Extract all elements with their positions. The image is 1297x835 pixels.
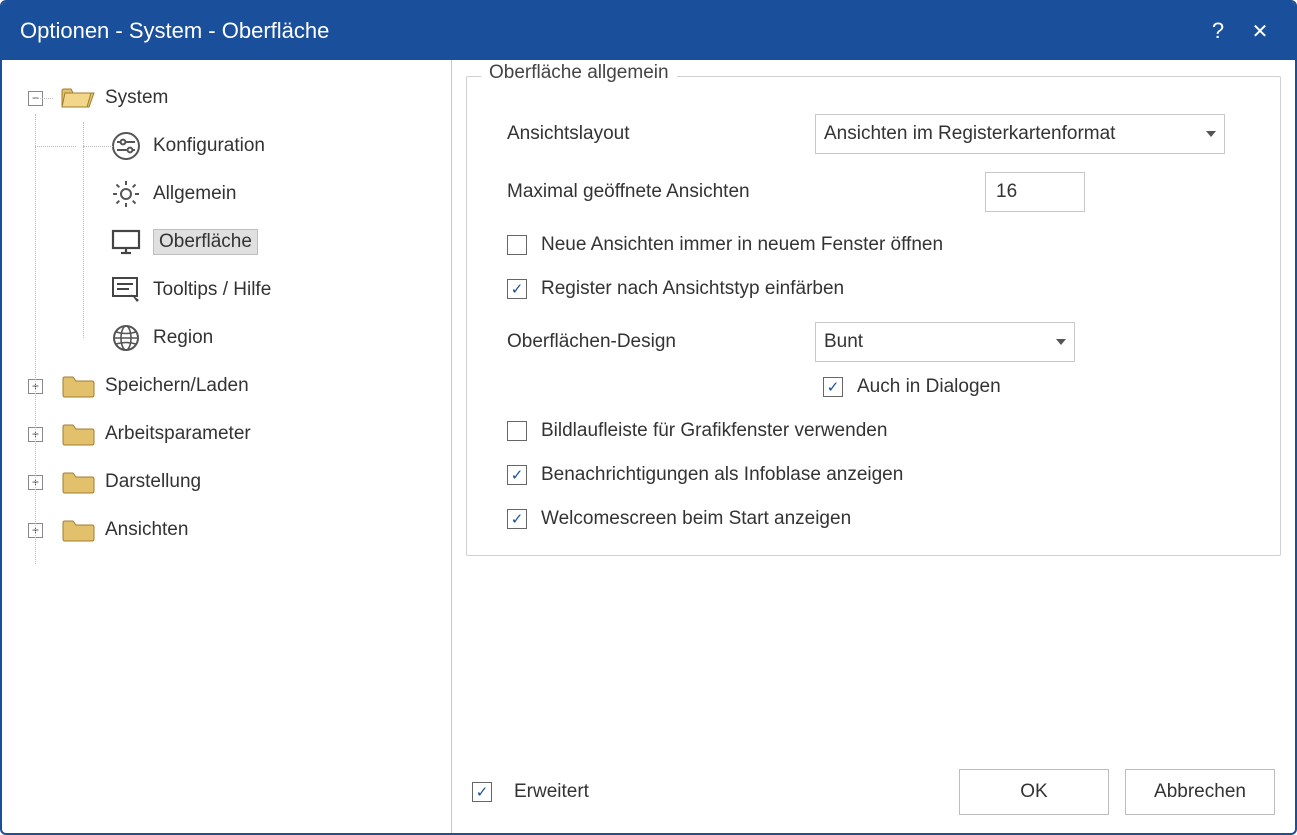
label-dialogs: Auch in Dialogen (857, 376, 1001, 398)
tree-item-tooltips[interactable]: Tooltips / Hilfe (153, 279, 271, 301)
folder-icon (61, 517, 95, 543)
titlebar: Optionen - System - Oberfläche ? ✕ (2, 2, 1295, 60)
input-max-open[interactable]: 16 (985, 172, 1085, 212)
help-button[interactable]: ? (1197, 18, 1239, 44)
monitor-icon (109, 228, 143, 256)
chevron-down-icon (1056, 339, 1066, 345)
content-panel: Oberfläche allgemein Ansichtslayout Ansi… (452, 60, 1295, 833)
cancel-button[interactable]: Abbrechen (1125, 769, 1275, 815)
select-design[interactable]: Bunt (815, 322, 1075, 362)
checkbox-infobubble[interactable]: ✓ (507, 465, 527, 485)
select-value: Ansichten im Registerkartenformat (824, 123, 1115, 145)
select-ansichtslayout[interactable]: Ansichten im Registerkartenformat (815, 114, 1225, 154)
tree-item-darstellung[interactable]: Darstellung (105, 471, 201, 493)
ok-button[interactable]: OK (959, 769, 1109, 815)
checkbox-new-window[interactable] (507, 235, 527, 255)
label-color-tabs: Register nach Ansichtstyp einfärben (541, 278, 844, 300)
sliders-icon (109, 131, 143, 161)
checkbox-scrollbar[interactable] (507, 421, 527, 441)
label-max-open: Maximal geöffnete Ansichten (507, 181, 977, 203)
label-welcome: Welcomescreen beim Start anzeigen (541, 508, 851, 530)
label-new-window: Neue Ansichten immer in neuem Fenster öf… (541, 234, 943, 256)
tree-item-oberflaeche[interactable]: Oberfläche (153, 229, 258, 255)
select-value: Bunt (824, 331, 863, 353)
gear-icon (109, 179, 143, 209)
folder-icon (61, 421, 95, 447)
folder-icon (61, 373, 95, 399)
footer: ✓ Erweitert OK Abbrechen (464, 759, 1283, 825)
folder-icon (61, 469, 95, 495)
label-design: Oberflächen-Design (507, 331, 807, 353)
label-ansichtslayout: Ansichtslayout (507, 123, 807, 145)
checkbox-color-tabs[interactable]: ✓ (507, 279, 527, 299)
label-scrollbar: Bildlaufleiste für Grafikfenster verwend… (541, 420, 887, 442)
folder-open-icon (61, 85, 95, 111)
label-erweitert: Erweitert (514, 781, 589, 803)
checkbox-dialogs[interactable]: ✓ (823, 377, 843, 397)
tree-item-ansichten[interactable]: Ansichten (105, 519, 188, 541)
dialog-window: Optionen - System - Oberfläche ? ✕ − Sys… (0, 0, 1297, 835)
checkbox-erweitert[interactable]: ✓ (472, 782, 492, 802)
tree-item-region[interactable]: Region (153, 327, 213, 349)
window-title: Optionen - System - Oberfläche (20, 18, 1197, 44)
tooltip-icon (109, 276, 143, 304)
label-infobubble: Benachrichtigungen als Infoblase anzeige… (541, 464, 903, 486)
tree-item-arbeitsparameter[interactable]: Arbeitsparameter (105, 423, 251, 445)
group-legend: Oberfläche allgemein (481, 62, 677, 84)
group-oberflaeche-allgemein: Oberfläche allgemein Ansichtslayout Ansi… (466, 76, 1281, 556)
tree-item-allgemein[interactable]: Allgemein (153, 183, 236, 205)
checkbox-welcome[interactable]: ✓ (507, 509, 527, 529)
tree-item-system[interactable]: System (105, 87, 168, 109)
tree-item-konfiguration[interactable]: Konfiguration (153, 135, 265, 157)
chevron-down-icon (1206, 131, 1216, 137)
sidebar: − System Kon (2, 60, 452, 833)
globe-icon (109, 323, 143, 353)
close-button[interactable]: ✕ (1239, 19, 1281, 44)
tree-item-speichern[interactable]: Speichern/Laden (105, 375, 249, 397)
